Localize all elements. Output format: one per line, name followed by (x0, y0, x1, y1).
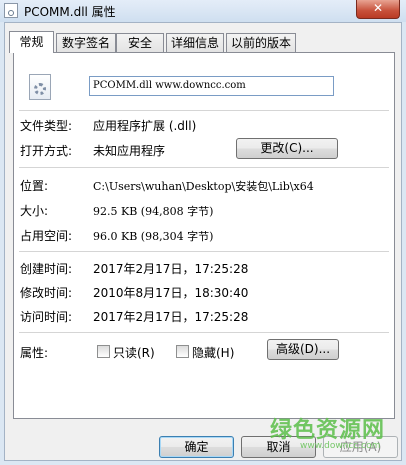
tab-general[interactable]: 常规 (9, 31, 54, 53)
dll-file-icon (29, 74, 51, 100)
ok-button[interactable]: 确定 (159, 436, 234, 458)
divider (19, 110, 389, 111)
created-label: 创建时间: (20, 262, 73, 276)
modified-label: 修改时间: (20, 286, 73, 300)
tab-previous-versions[interactable]: 以前的版本 (226, 33, 296, 52)
open-with-label: 打开方式: (20, 144, 73, 158)
hidden-label[interactable]: 隐藏(H) (192, 344, 234, 361)
window-title: PCOMM.dll 属性 (24, 5, 116, 19)
file-properties-icon (4, 3, 18, 18)
readonly-checkbox[interactable] (97, 345, 110, 358)
hidden-checkbox[interactable] (176, 345, 189, 358)
file-name-input[interactable]: PCOMM.dll www.downcc.com (89, 76, 334, 96)
size-on-disk-value: 96.0 KB (98,304 字节) (93, 230, 214, 243)
dialog-body: 常规 数字签名 安全 详细信息 以前的版本 PCOMM.dll www.down… (4, 22, 402, 461)
accessed-label: 访问时间: (20, 310, 73, 324)
tab-digital-signatures[interactable]: 数字签名 (56, 33, 116, 52)
attributes-label: 属性: (20, 346, 49, 360)
change-button[interactable]: 更改(C)... (236, 138, 338, 159)
tab-security[interactable]: 安全 (116, 33, 164, 52)
open-with-value: 未知应用程序 (93, 144, 166, 158)
accessed-value: 2017年2月17日，17:25:28 (93, 310, 249, 324)
divider (19, 332, 389, 333)
site-watermark-url: www.downcc.com (300, 441, 381, 451)
location-value: C:\Users\wuhan\Desktop\安装包\Lib\x64 (93, 180, 314, 193)
size-label: 大小: (20, 204, 49, 218)
gear-icon (34, 83, 46, 95)
created-value: 2017年2月17日，17:25:28 (93, 262, 249, 276)
divider (19, 251, 389, 252)
file-type-value: 应用程序扩展 (.dll) (93, 119, 197, 133)
location-label: 位置: (20, 179, 49, 193)
divider (19, 167, 389, 168)
close-button[interactable]: ✕ (356, 0, 400, 19)
advanced-button[interactable]: 高级(D)... (267, 339, 339, 360)
size-value: 92.5 KB (94,808 字节) (93, 205, 214, 218)
file-type-label: 文件类型: (20, 119, 73, 133)
size-on-disk-label: 占用空间: (20, 229, 73, 243)
general-panel: PCOMM.dll www.downcc.com 文件类型: 应用程序扩展 (.… (13, 52, 395, 419)
readonly-label[interactable]: 只读(R) (113, 344, 155, 361)
site-watermark: 绿色资源网 (270, 418, 386, 443)
tab-details[interactable]: 详细信息 (166, 33, 224, 52)
modified-value: 2010年8月17日，18:30:40 (93, 286, 249, 300)
title-bar: PCOMM.dll 属性 ✕ (0, 0, 406, 22)
